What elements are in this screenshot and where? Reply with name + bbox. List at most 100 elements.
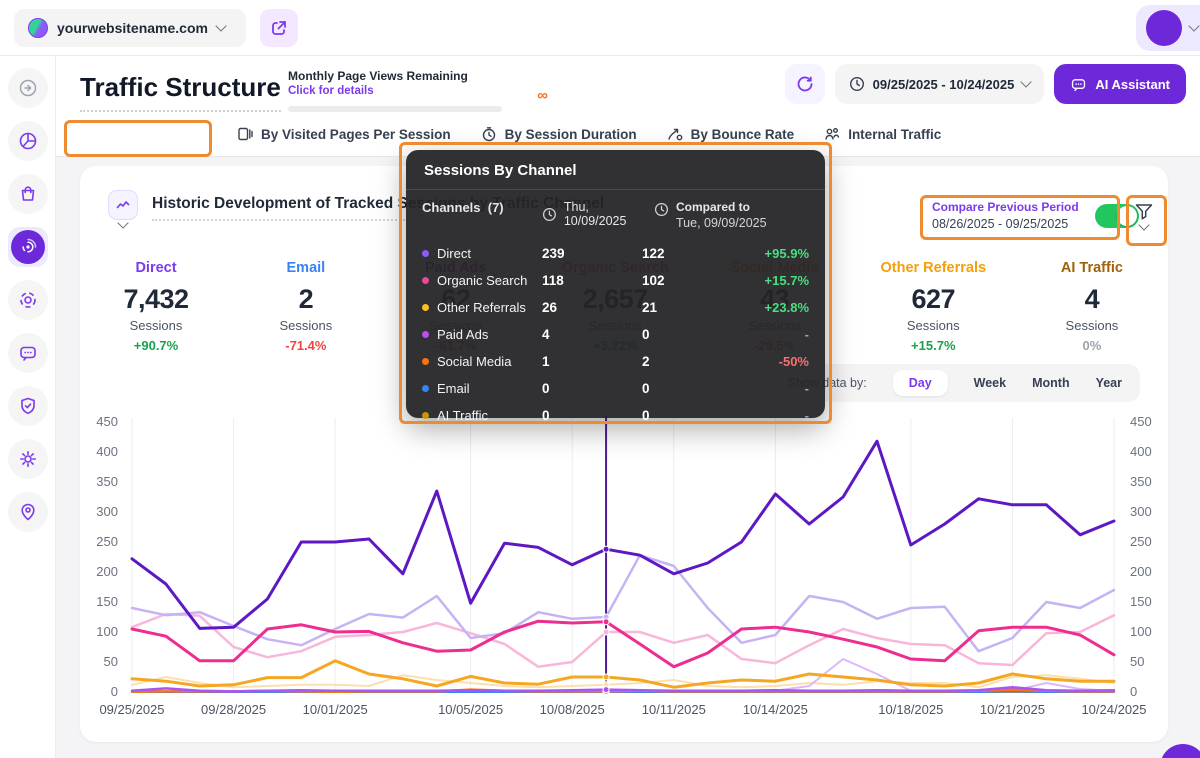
tab-label: Internal Traffic [848,127,941,142]
quota-details-link[interactable]: Click for details [288,85,502,97]
sessions-unit: Sessions [1048,318,1136,333]
sessions-line-chart[interactable]: 0050501001001501502002002502503003003503… [80,408,1168,727]
ai-assistant-button[interactable]: AI Assistant [1054,64,1186,104]
tooltip-compared: Compared to Tue, 09/09/2025 [654,200,809,230]
date-range-picker[interactable]: 09/25/2025 - 10/24/2025 [835,64,1045,104]
sidebar-item-privacy[interactable] [8,386,48,426]
site-name: yourwebsitename.com [57,20,208,36]
channel-dot [422,412,429,419]
sidebar-item-overview[interactable] [8,121,48,161]
tab-session-duration[interactable]: By Session Duration [481,122,637,146]
tab-bounce-rate[interactable]: By Bounce Rate [667,122,795,146]
shield-check-icon [18,396,38,416]
refresh-button[interactable] [785,64,825,104]
sidebar-item-traffic-active[interactable] [8,227,48,267]
sidebar-item-local[interactable] [8,492,48,532]
open-website-button[interactable] [260,9,298,47]
quota-block[interactable]: Monthly Page Views Remaining Click for d… [288,69,502,112]
filter-button[interactable] [1134,203,1154,229]
timer-icon [481,126,497,142]
svg-text:10/11/2025: 10/11/2025 [642,702,706,717]
scan-target-icon [18,290,38,310]
compare-labels: Compare Previous Period 08/26/2025 - 09/… [932,200,1079,231]
svg-text:400: 400 [96,444,118,459]
site-globe-icon [28,18,48,38]
sidebar-item-ecommerce[interactable] [8,174,48,214]
channel-dot [422,385,429,392]
sessions-unit: Sessions [880,318,986,333]
svg-text:10/24/2025: 10/24/2025 [1081,702,1146,717]
pie-chart-icon [18,131,38,151]
external-link-icon [270,19,288,37]
collapse-arrow-icon [18,78,38,98]
date-range-value: 09/25/2025 - 10/24/2025 [873,77,1015,92]
summary-card-email[interactable]: Email 2 Sessions -71.4% [262,260,350,354]
svg-text:400: 400 [1130,444,1152,459]
summary-card-direct[interactable]: Direct 7,432 Sessions +90.7% [112,260,200,354]
tab-internal-traffic[interactable]: Internal Traffic [824,122,941,146]
sessions-value: 7,432 [112,284,200,315]
sidebar-item-audience[interactable] [8,280,48,320]
svg-text:100: 100 [1130,624,1152,639]
svg-text:350: 350 [96,474,118,489]
tab-visited-pages[interactable]: By Visited Pages Per Session [237,122,451,146]
svg-text:10/05/2025: 10/05/2025 [438,702,503,717]
svg-text:10/18/2025: 10/18/2025 [878,702,943,717]
bounce-icon [667,126,683,142]
channel-dot [422,358,429,365]
granularity-day[interactable]: Day [893,370,948,396]
page-header: Traffic Structure Monthly Page Views Rem… [56,56,1200,157]
ai-assistant-label: AI Assistant [1095,77,1170,92]
tab-label: By Visited Pages Per Session [261,127,451,142]
clock-icon [849,76,865,92]
sidebar-item-settings[interactable] [8,439,48,479]
svg-text:200: 200 [1130,564,1152,579]
channels-count: (7) [488,200,504,215]
tooltip-row-social-media: Social Media 1 2 -50% [422,348,809,375]
svg-text:250: 250 [96,534,118,549]
svg-text:300: 300 [1130,504,1152,519]
channels-label: Channels [422,200,481,215]
delta-badge: +15.7% [880,338,986,353]
clock-icon [542,207,557,222]
top-bar: yourwebsitename.com [0,0,1200,56]
granularity-week[interactable]: Week [974,376,1006,390]
svg-text:0: 0 [1130,684,1137,699]
svg-text:10/08/2025: 10/08/2025 [540,702,605,717]
tab-label: By Session Duration [505,127,637,142]
granularity-year[interactable]: Year [1096,376,1122,390]
svg-text:50: 50 [1130,654,1144,669]
compare-previous-period[interactable]: Compare Previous Period 08/26/2025 - 09/… [932,200,1139,231]
summary-card-other-referrals[interactable]: Other Referrals 627 Sessions +15.7% [880,260,986,354]
quota-infinity: ∞ [537,87,548,104]
svg-text:300: 300 [96,504,118,519]
svg-text:0: 0 [111,684,118,699]
channel-label: AI Traffic [1048,260,1136,276]
delta-badge: 0% [1048,338,1136,353]
chevron-down-icon [215,20,226,31]
delta-badge: +90.7% [112,338,200,353]
svg-text:09/25/2025: 09/25/2025 [99,702,164,717]
header-controls: 09/25/2025 - 10/24/2025 AI Assistant [785,64,1186,104]
tooltip-date: Thu, 10/09/2025 [542,200,654,228]
sidebar-item-feedback[interactable] [8,333,48,373]
users-icon [824,126,840,142]
section-icon-wrap[interactable] [108,190,138,227]
funnel-icon [1134,203,1154,221]
sessions-value: 627 [880,284,986,315]
channel-label: Email [262,260,350,276]
svg-text:10/21/2025: 10/21/2025 [980,702,1045,717]
chat-bubble-icon [18,343,38,363]
granularity-month[interactable]: Month [1032,376,1069,390]
tooltip-row-organic-search: Organic Search 118 102 +15.7% [422,267,809,294]
compare-toggle[interactable] [1095,204,1139,228]
compare-range: 08/26/2025 - 09/25/2025 [932,217,1079,231]
account-menu[interactable] [1136,5,1200,51]
sidebar-item-collapse[interactable] [8,68,48,108]
sessions-value: 4 [1048,284,1136,315]
svg-text:250: 250 [1130,534,1152,549]
sessions-tooltip: Sessions By Channel Channels (7) Thu, 10… [406,150,825,418]
tooltip-row-email: Email 0 0 - [422,375,809,402]
site-switcher[interactable]: yourwebsitename.com [14,9,246,47]
summary-card-ai-traffic[interactable]: AI Traffic 4 Sessions 0% [1048,260,1136,354]
